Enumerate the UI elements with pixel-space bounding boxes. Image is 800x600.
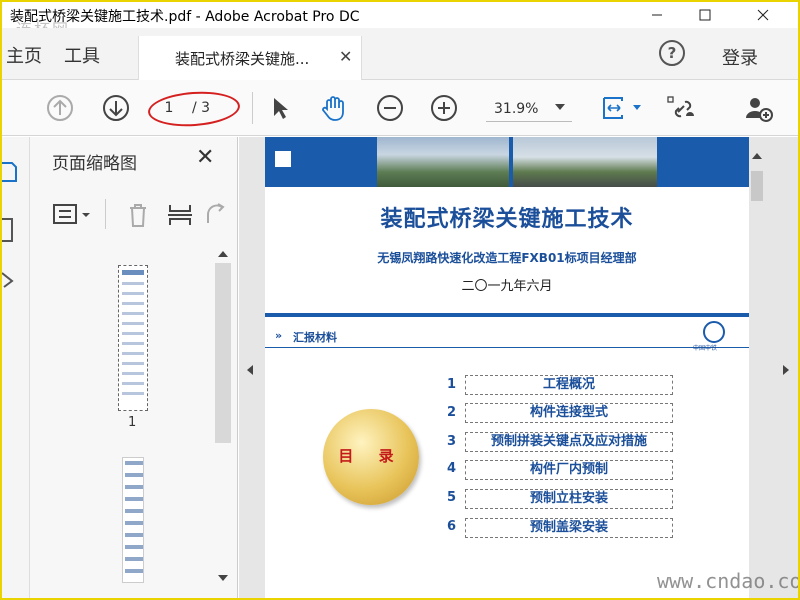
- scroll-up-icon[interactable]: [752, 153, 762, 159]
- company-logo-icon: [703, 321, 725, 343]
- toc-number: 4: [447, 461, 457, 476]
- close-tab-icon[interactable]: ✕: [339, 47, 352, 66]
- panel-scrollbar[interactable]: [214, 247, 232, 592]
- fit-page-icon[interactable]: [598, 92, 630, 124]
- title-bar: 装配式桥梁关键施工技术.pdf - Adobe Acrobat Pro DC: [2, 2, 798, 28]
- toolbar: 1 / 3 31.9%: [2, 80, 798, 136]
- highlight-annotation: [146, 88, 242, 130]
- watermark-bottom: www.cndao.com: [657, 569, 800, 593]
- toc-number: 5: [447, 490, 457, 505]
- toc-badge: 目 录: [323, 409, 419, 505]
- insert-page-icon[interactable]: [166, 201, 194, 229]
- section-rule: [265, 313, 749, 317]
- panel-title: 页面缩略图: [52, 154, 137, 174]
- header-photo-2: [513, 137, 657, 187]
- add-user-icon[interactable]: [742, 92, 774, 124]
- login-button[interactable]: 登录: [722, 44, 758, 70]
- close-panel-icon[interactable]: ✕: [196, 145, 214, 170]
- chevron-down-icon[interactable]: [555, 104, 565, 110]
- toc-number: 2: [447, 405, 457, 420]
- tab-document-label: 装配式桥梁关键施...: [175, 50, 310, 68]
- scroll-up-icon[interactable]: [218, 251, 228, 257]
- thumbnail-options-icon[interactable]: [52, 201, 98, 229]
- toc-item: 工程概况: [465, 375, 673, 395]
- panel-divider: [105, 199, 106, 229]
- nav-tools[interactable]: 工具: [64, 42, 100, 68]
- tab-bar: 主页 工具 装配式桥梁关键施... ✕ ? 登录: [2, 28, 798, 80]
- help-button[interactable]: ?: [659, 40, 685, 66]
- toolbar-divider: [252, 92, 253, 124]
- toc-number: 6: [447, 519, 457, 534]
- document-date: 二〇一九年六月: [461, 279, 553, 294]
- zoom-in-icon[interactable]: [428, 92, 460, 124]
- page-thumbnail-2[interactable]: [122, 457, 144, 583]
- page-thumbnail-1[interactable]: [118, 265, 148, 411]
- select-tool-icon[interactable]: [264, 92, 296, 124]
- bookmark-icon[interactable]: [2, 217, 16, 243]
- next-page-icon[interactable]: [100, 92, 132, 124]
- toc-item: 预制盖梁安装: [465, 518, 673, 538]
- minimize-icon: [652, 14, 662, 16]
- section-arrow-icon: »: [275, 329, 283, 342]
- close-icon: [757, 9, 769, 21]
- thumb-content: [125, 461, 143, 579]
- panel-toolbar: [30, 195, 238, 235]
- collapse-left-icon[interactable]: [247, 365, 253, 375]
- toc-item: 构件连接型式: [465, 403, 673, 423]
- share-link-icon[interactable]: [666, 92, 698, 124]
- scroll-thumb[interactable]: [215, 263, 231, 443]
- maximize-icon: [699, 9, 711, 21]
- company-logo-text: 中国中铁: [693, 345, 718, 352]
- acrobat-window: 装配式桥梁关键施工技术.pdf - Adobe Acrobat Pro DC 连…: [0, 0, 800, 600]
- chevron-down-icon[interactable]: [633, 105, 641, 110]
- section-heading: 汇报材料: [293, 331, 337, 344]
- thumb-header: [122, 270, 144, 275]
- document-area[interactable]: 装配式桥梁关键施工技术 无锡凤翔路快速化改造工程FXB01标项目经理部 二〇一九…: [239, 137, 800, 598]
- scroll-thumb[interactable]: [751, 171, 763, 201]
- zoom-out-icon[interactable]: [374, 92, 406, 124]
- document-scrollbar[interactable]: [751, 149, 763, 598]
- header-photo-1: [377, 137, 509, 187]
- header-square: [275, 151, 291, 167]
- left-rail: [2, 137, 30, 598]
- delete-page-icon[interactable]: [124, 201, 152, 229]
- toc-number: 1: [447, 377, 457, 392]
- thumb-content: [122, 282, 144, 400]
- nav-home[interactable]: 主页: [6, 42, 42, 68]
- toc-badge-label: 目 录: [338, 447, 404, 465]
- tab-document[interactable]: 装配式桥梁关键施... ✕: [138, 36, 362, 80]
- scroll-down-icon[interactable]: [218, 575, 228, 581]
- page-thumbnails-icon[interactable]: [2, 159, 18, 183]
- pdf-page: 装配式桥梁关键施工技术 无锡凤翔路快速化改造工程FXB01标项目经理部 二〇一九…: [265, 137, 749, 598]
- thumbnail-page-label: 1: [128, 415, 137, 430]
- minimize-button[interactable]: [634, 2, 680, 28]
- thumbnails-panel: 页面缩略图 ✕ 1: [30, 137, 238, 598]
- document-subtitle: 无锡凤翔路快速化改造工程FXB01标项目经理部: [377, 251, 637, 265]
- toc-number: 3: [447, 434, 457, 449]
- section-rule-thin: [265, 347, 749, 348]
- attachment-icon[interactable]: [2, 267, 18, 293]
- maximize-button[interactable]: [682, 2, 728, 28]
- previous-page-icon[interactable]: [44, 92, 76, 124]
- expand-right-icon[interactable]: [783, 365, 789, 375]
- hand-tool-icon[interactable]: [318, 92, 350, 124]
- rotate-page-icon[interactable]: [202, 201, 230, 229]
- close-window-button[interactable]: [740, 2, 786, 28]
- toc-item: 构件厂内预制: [465, 460, 673, 480]
- toc-item: 预制拼装关键点及应对措施: [465, 432, 673, 452]
- toc-item: 预制立柱安装: [465, 489, 673, 509]
- document-title: 装配式桥梁关键施工技术: [380, 207, 634, 232]
